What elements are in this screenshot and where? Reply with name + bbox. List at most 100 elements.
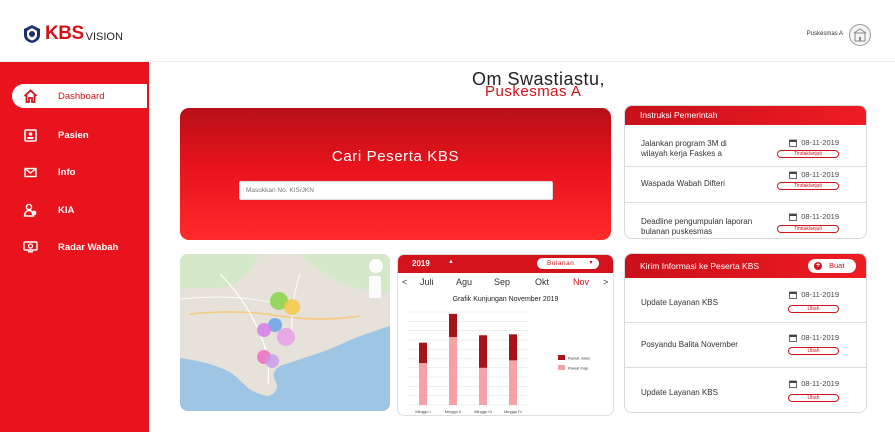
period-select[interactable]: Bulanan ▾ xyxy=(537,258,599,269)
building-icon xyxy=(853,28,867,42)
info-date: 08-11-2019 xyxy=(789,290,839,299)
legend-label: Rawat Jalan xyxy=(568,356,590,361)
greeting-facility: Puskesmas A xyxy=(485,83,582,100)
instruction-text: Jalankan program 3M di wilayah kerja Fas… xyxy=(641,139,727,158)
map-marker xyxy=(284,299,300,315)
sidebar-item-info[interactable]: Info xyxy=(12,160,147,184)
year-caret-icon: ▲︎ xyxy=(448,259,454,265)
sidebar-item-dashboard[interactable]: Dashboard xyxy=(12,84,147,108)
instruction-panel: Instruksi Pemerintah Jalankan program 3M… xyxy=(624,105,867,239)
month-tab[interactable]: Juli xyxy=(420,277,434,287)
sidebar-item-radar-wabah[interactable]: Radar Wabah xyxy=(12,235,147,259)
radar-screen-icon xyxy=(22,239,38,255)
chart-bar xyxy=(509,360,517,405)
chart-bar xyxy=(449,337,457,405)
sidebar-item-label: Info xyxy=(58,166,76,178)
info-text: Posyandu Balita November xyxy=(641,340,738,349)
instruction-text: Deadline pengumpulan laporan bulanan pus… xyxy=(641,217,753,236)
follow-up-button[interactable]: Tindaklanjuti xyxy=(777,182,839,190)
info-item: Posyandu Balita November 08-11-2019 Ubah xyxy=(625,322,866,367)
chart-bar xyxy=(419,363,427,405)
calendar-icon xyxy=(789,334,798,342)
sidebar-item-label: Radar Wabah xyxy=(58,241,119,253)
month-tab[interactable]: Sep xyxy=(494,277,510,287)
chart-bar xyxy=(509,334,517,361)
info-item: Update Layanan KBS 08-11-2019 Ubah xyxy=(625,278,866,322)
period-select-value: Bulanan xyxy=(547,260,575,267)
calendar-icon xyxy=(789,380,798,388)
visit-chart-card: 2019 ▲︎ Bulanan ▾ < Juli Agu Sep Okt Nov… xyxy=(397,254,614,416)
sidebar-item-kia[interactable]: KIA xyxy=(12,198,147,222)
instruction-panel-title: Instruksi Pemerintah xyxy=(625,106,866,125)
info-text: Update Layanan KBS xyxy=(641,298,718,307)
sidebar-item-pasien[interactable]: Pasien xyxy=(12,123,147,147)
map-marker xyxy=(277,328,295,346)
chart-tick-label: Minggu III xyxy=(474,409,492,414)
next-month-button[interactable]: > xyxy=(603,277,608,287)
chart-bar xyxy=(479,335,487,368)
calendar-icon xyxy=(789,213,798,221)
patient-card-icon xyxy=(22,127,38,143)
calendar-icon xyxy=(789,139,798,147)
map-marker xyxy=(265,354,279,368)
chart-bar xyxy=(419,342,427,364)
create-info-button[interactable]: + Buat xyxy=(808,259,856,273)
month-tab[interactable]: Agu xyxy=(456,277,472,287)
prev-month-button[interactable]: < xyxy=(402,277,407,287)
info-date: 08-11-2019 xyxy=(789,333,839,342)
chart-bar xyxy=(479,367,487,405)
sidebar-item-label: Pasien xyxy=(58,129,89,141)
chart-tick-label: Minggu II xyxy=(445,409,461,414)
legend-swatch xyxy=(558,355,565,360)
month-strip: < Juli Agu Sep Okt Nov > xyxy=(398,275,613,289)
broadcast-panel: Kirim Informasi ke Peserta KBS + Buat Up… xyxy=(624,253,867,413)
app-logo[interactable]: KBS VISION xyxy=(22,22,123,46)
year-select[interactable]: 2019 xyxy=(412,259,430,268)
user-avatar[interactable] xyxy=(849,24,871,46)
user-name[interactable]: Puskesmas A xyxy=(807,31,843,37)
sidebar: Dashboard Pasien Info KIA Radar Wabah xyxy=(0,62,149,432)
info-date: 08-11-2019 xyxy=(789,379,839,388)
instruction-item: Jalankan program 3M di wilayah kerja Fas… xyxy=(625,125,866,166)
logo-text-vision: VISION xyxy=(85,30,123,43)
search-title: Cari Peserta KBS xyxy=(331,148,460,165)
legend-swatch xyxy=(558,365,565,370)
month-tab-selected[interactable]: Nov xyxy=(573,277,589,287)
map-markers xyxy=(257,292,300,368)
edit-button[interactable]: Ubah xyxy=(788,394,839,402)
instruction-item: Deadline pengumpulan laporan bulanan pus… xyxy=(625,202,866,238)
visit-chart: Minggu I Minggu II Minggu III Minggu IV Rawa… xyxy=(408,311,590,414)
follow-up-button[interactable]: Tindaklanjuti xyxy=(777,150,839,158)
top-bar: KBS VISION Puskesmas A xyxy=(0,0,895,62)
sidebar-item-label: KIA xyxy=(58,204,75,216)
calendar-icon xyxy=(789,291,798,299)
edit-button[interactable]: Ubah xyxy=(788,305,839,313)
instruction-date: 08-11-2019 xyxy=(789,212,839,221)
edit-button[interactable]: Ubah xyxy=(788,347,839,355)
instruction-item: Waspada Wabah Difteri 08-11-2019 Tindakl… xyxy=(625,166,866,202)
plus-icon: + xyxy=(814,262,822,270)
legend-label: Rawat Inap xyxy=(568,366,589,371)
instruction-date: 08-11-2019 xyxy=(789,170,839,179)
chart-bar xyxy=(449,313,457,338)
info-item: Update Layanan KBS 08-11-2019 Ubah xyxy=(625,367,866,412)
mother-child-icon xyxy=(22,202,38,218)
instruction-date: 08-11-2019 xyxy=(789,138,839,147)
instruction-text: Waspada Wabah Difteri xyxy=(641,179,725,188)
sidebar-item-label: Dashboard xyxy=(58,90,105,102)
calendar-icon xyxy=(789,171,798,179)
mail-icon xyxy=(22,164,38,180)
map-marker xyxy=(257,323,271,337)
chart-tick-label: Minggu IV xyxy=(504,409,522,414)
logo-text-kbs: KBS xyxy=(45,23,84,44)
chart-title: Grafik Kunjungan November 2019 xyxy=(452,296,559,303)
search-input[interactable] xyxy=(239,181,553,200)
chevron-down-icon: ▾ xyxy=(589,260,593,266)
info-text: Update Layanan KBS xyxy=(641,388,718,397)
month-tab[interactable]: Okt xyxy=(535,277,549,287)
follow-up-button[interactable]: Tindaklanjuti xyxy=(777,225,839,233)
shield-logo-icon xyxy=(24,25,40,43)
home-icon xyxy=(22,88,38,104)
search-card: Cari Peserta KBS xyxy=(180,108,611,240)
chart-tick-label: Minggu I xyxy=(415,409,430,414)
